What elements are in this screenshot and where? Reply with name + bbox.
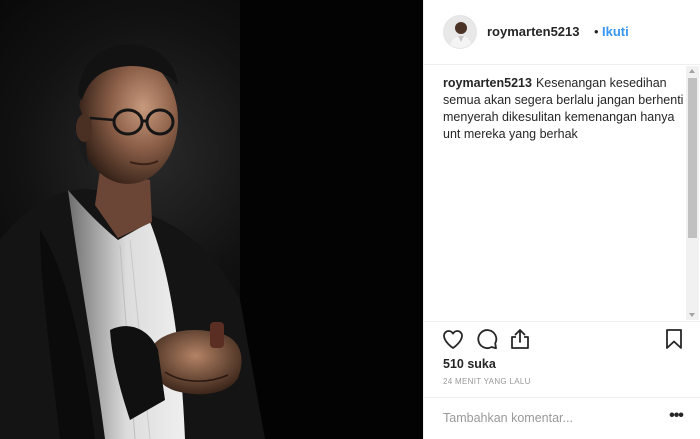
post-details-panel: roymarten5213 • Ikuti roymarten5213 Kesen…: [423, 0, 700, 439]
post-header: roymarten5213 • Ikuti: [424, 0, 700, 65]
comments-scrollbar[interactable]: [686, 66, 699, 320]
share-icon: [511, 329, 529, 349]
instagram-post-view: roymarten5213 • Ikuti roymarten5213 Kesen…: [0, 0, 700, 439]
post-caption: roymarten5213 Kesenangan kesedihan semua …: [443, 75, 688, 143]
portrait-image: [0, 0, 423, 439]
avatar-image: [444, 16, 476, 48]
comment-icon: [477, 329, 498, 350]
heart-icon: [443, 330, 463, 349]
follow-button[interactable]: Ikuti: [602, 24, 629, 39]
header-username-link[interactable]: roymarten5213: [487, 24, 580, 39]
like-button[interactable]: [441, 327, 465, 351]
scroll-down-arrow-icon[interactable]: [689, 313, 695, 317]
scroll-up-arrow-icon[interactable]: [689, 69, 695, 73]
avatar[interactable]: [443, 15, 477, 49]
scrollbar-thumb[interactable]: [688, 78, 697, 238]
bookmark-icon: [666, 329, 682, 349]
actions-divider: [424, 321, 700, 322]
more-options-icon[interactable]: •••: [664, 406, 688, 426]
share-button[interactable]: [508, 327, 532, 351]
header-separator: •: [594, 24, 599, 39]
like-count[interactable]: 510 suka: [443, 357, 496, 371]
comment-divider: [424, 397, 700, 398]
save-button[interactable]: [662, 327, 686, 351]
caption-username-link[interactable]: roymarten5213: [443, 76, 532, 90]
comment-button[interactable]: [475, 327, 499, 351]
post-photo[interactable]: [0, 0, 423, 439]
post-timestamp[interactable]: 24 MENIT YANG LALU: [443, 377, 531, 386]
comment-input[interactable]: [443, 409, 653, 427]
